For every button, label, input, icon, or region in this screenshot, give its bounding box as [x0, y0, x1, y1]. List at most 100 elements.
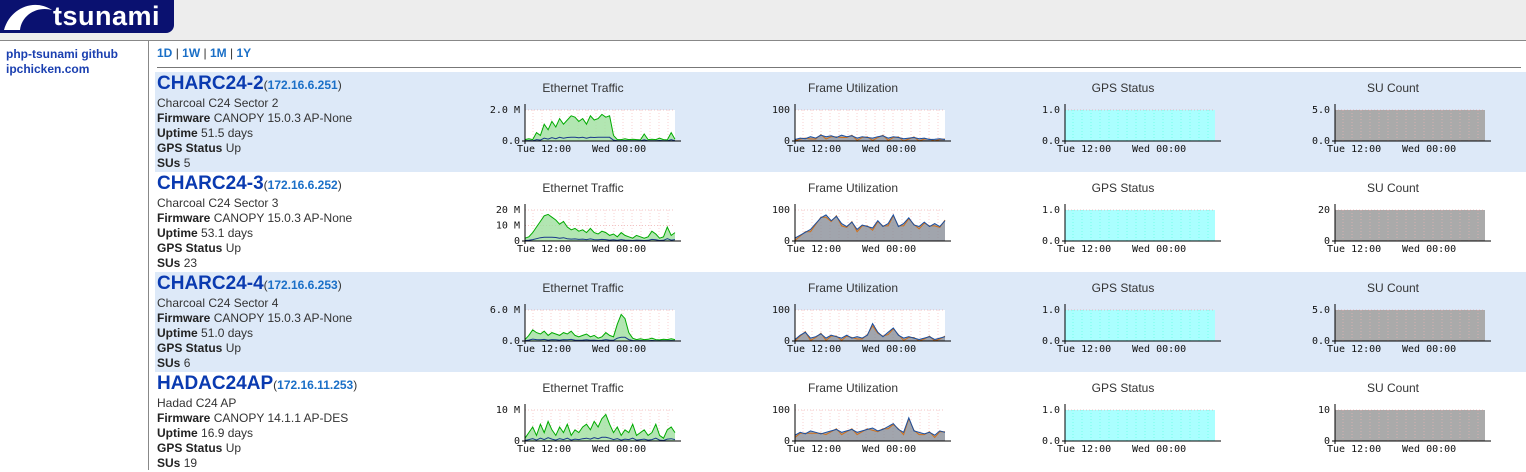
- gps-chart: 1.00.0Tue 12:00 Wed 00:00: [1042, 404, 1221, 455]
- device-name[interactable]: HADAC24AP: [157, 373, 273, 394]
- gps-value: Up: [225, 141, 242, 155]
- device-firmware-line: Firmware CANOPY 14.1.1 AP-DES: [157, 411, 357, 426]
- x-tick-label: Tue 12:00: [787, 444, 841, 455]
- plot-background: [1065, 110, 1215, 141]
- su-chart: 5.00.0Tue 12:00 Wed 00:00: [1312, 104, 1491, 155]
- eth-chart: 10 M0Tue 12:00 Wed 00:00: [496, 404, 681, 455]
- gps-label: GPS Status: [157, 341, 223, 355]
- uptime-label: Uptime: [157, 126, 198, 140]
- y-tick-label: 10: [1318, 405, 1330, 416]
- device-sus-line: SUs 6: [157, 356, 352, 371]
- range-separator: |: [175, 46, 179, 60]
- device-header: CHARC24-2(172.16.6.251): [157, 72, 352, 96]
- firmware-value: CANOPY 15.0.3 AP-None: [213, 211, 353, 225]
- range-1m-link[interactable]: 1M: [210, 46, 227, 60]
- y-tick-label: 5.0: [1312, 305, 1330, 316]
- y-tick-label: 20 M: [496, 205, 520, 216]
- device-ip-link[interactable]: 172.16.6.251: [268, 78, 338, 92]
- range-separator: |: [203, 46, 207, 60]
- plot-background: [1335, 110, 1485, 141]
- uptime-label: Uptime: [157, 426, 198, 440]
- device-sus-line: SUs 19: [157, 456, 357, 471]
- plot-background: [1335, 410, 1485, 441]
- device-gps-line: GPS Status Up: [157, 441, 357, 456]
- frame-chart: 1000Tue 12:00 Wed 00:00: [772, 204, 951, 255]
- device-gps-line: GPS Status Up: [157, 241, 352, 256]
- range-1y-link[interactable]: 1Y: [236, 46, 251, 60]
- uptime-value: 16.9 days: [201, 426, 254, 440]
- logo-text: tsunami: [53, 1, 161, 31]
- y-tick-label: 100: [772, 405, 790, 416]
- device-ip-wrapper: (172.16.6.253): [263, 278, 342, 292]
- y-tick-label: 100: [772, 205, 790, 216]
- firmware-value: CANOPY 14.1.1 AP-DES: [213, 411, 349, 425]
- y-tick-label: 10 M: [496, 405, 520, 416]
- x-tick-label: Tue 12:00: [1057, 344, 1111, 355]
- sus-label: SUs: [157, 256, 181, 270]
- sidebar-link-ipchicken[interactable]: ipchicken.com: [6, 62, 148, 77]
- device-name[interactable]: CHARC24-3: [157, 173, 264, 194]
- y-tick-label: 1.0: [1042, 105, 1060, 116]
- top-bar: tsunami: [0, 0, 1526, 41]
- tsunami-logo[interactable]: tsunami: [0, 0, 174, 33]
- divider: [157, 67, 1521, 68]
- device-name[interactable]: CHARC24-2: [157, 73, 264, 94]
- device-ip-link[interactable]: 172.16.6.252: [268, 178, 338, 192]
- sus-label: SUs: [157, 456, 181, 470]
- gps-label: GPS Status: [157, 441, 223, 455]
- device-ip-link[interactable]: 172.16.6.253: [268, 278, 338, 292]
- device-info: HADAC24AP(172.16.11.253) Hadad C24 AP Firm…: [157, 372, 357, 471]
- y-tick-label: 2.0 M: [490, 105, 520, 116]
- firmware-label: Firmware: [157, 411, 211, 425]
- device-ip-wrapper: (172.16.6.251): [263, 78, 342, 92]
- device-uptime-line: Uptime 51.0 days: [157, 326, 352, 341]
- gps-chart: 1.00.0Tue 12:00 Wed 00:00: [1042, 204, 1221, 255]
- gps-value: Up: [225, 241, 242, 255]
- x-tick-label: Wed 00:00: [1132, 344, 1186, 355]
- x-tick-label: Tue 12:00: [1057, 444, 1111, 455]
- x-tick-label: Wed 00:00: [592, 144, 646, 155]
- wave-icon: [4, 4, 52, 30]
- y-tick-label: 100: [772, 305, 790, 316]
- range-1w-link[interactable]: 1W: [182, 46, 200, 60]
- sidebar-link-github[interactable]: php-tsunami github: [6, 47, 148, 62]
- sus-label: SUs: [157, 356, 181, 370]
- device-name[interactable]: CHARC24-4: [157, 273, 264, 294]
- range-separator: |: [229, 46, 234, 60]
- firmware-label: Firmware: [157, 311, 211, 325]
- device-firmware-line: Firmware CANOPY 15.0.3 AP-None: [157, 311, 352, 326]
- y-tick-label: 1.0: [1042, 305, 1060, 316]
- x-tick-label: Wed 00:00: [1402, 144, 1456, 155]
- device-row: CHARC24-4(172.16.6.253) Charcoal C24 Sect…: [155, 272, 1526, 372]
- y-tick-label: 1.0: [1042, 205, 1060, 216]
- x-tick-label: Wed 00:00: [592, 244, 646, 255]
- range-1d-link[interactable]: 1D: [157, 46, 172, 60]
- x-tick-label: Tue 12:00: [787, 244, 841, 255]
- gps-label: GPS Status: [157, 241, 223, 255]
- device-info: CHARC24-3(172.16.6.252) Charcoal C24 Sect…: [157, 172, 352, 271]
- device-uptime-line: Uptime 16.9 days: [157, 426, 357, 441]
- uptime-label: Uptime: [157, 226, 198, 240]
- x-tick-label: Wed 00:00: [862, 244, 916, 255]
- x-tick-label: Wed 00:00: [862, 444, 916, 455]
- device-ip-link[interactable]: 172.16.11.253: [277, 378, 353, 392]
- device-gps-line: GPS Status Up: [157, 341, 352, 356]
- eth-chart: 6.0 M0.0Tue 12:00 Wed 00:00: [490, 304, 681, 355]
- x-tick-label: Wed 00:00: [862, 344, 916, 355]
- device-sus-line: SUs 23: [157, 256, 352, 271]
- x-tick-label: Wed 00:00: [592, 344, 646, 355]
- x-tick-label: Wed 00:00: [592, 444, 646, 455]
- device-description: Hadad C24 AP: [157, 396, 237, 410]
- y-tick-label: 5.0: [1312, 105, 1330, 116]
- x-tick-label: Tue 12:00: [787, 144, 841, 155]
- device-header: CHARC24-4(172.16.6.253): [157, 272, 352, 296]
- plot-background: [1065, 210, 1215, 241]
- device-info: CHARC24-2(172.16.6.251) Charcoal C24 Sect…: [157, 72, 352, 171]
- su-chart: 100Tue 12:00 Wed 00:00: [1318, 404, 1491, 455]
- x-tick-label: Wed 00:00: [1132, 444, 1186, 455]
- plot-background: [795, 110, 945, 141]
- device-ip-wrapper: (172.16.6.252): [263, 178, 342, 192]
- gps-value: Up: [225, 341, 242, 355]
- device-uptime-line: Uptime 53.1 days: [157, 226, 352, 241]
- device-firmware-line: Firmware CANOPY 15.0.3 AP-None: [157, 111, 352, 126]
